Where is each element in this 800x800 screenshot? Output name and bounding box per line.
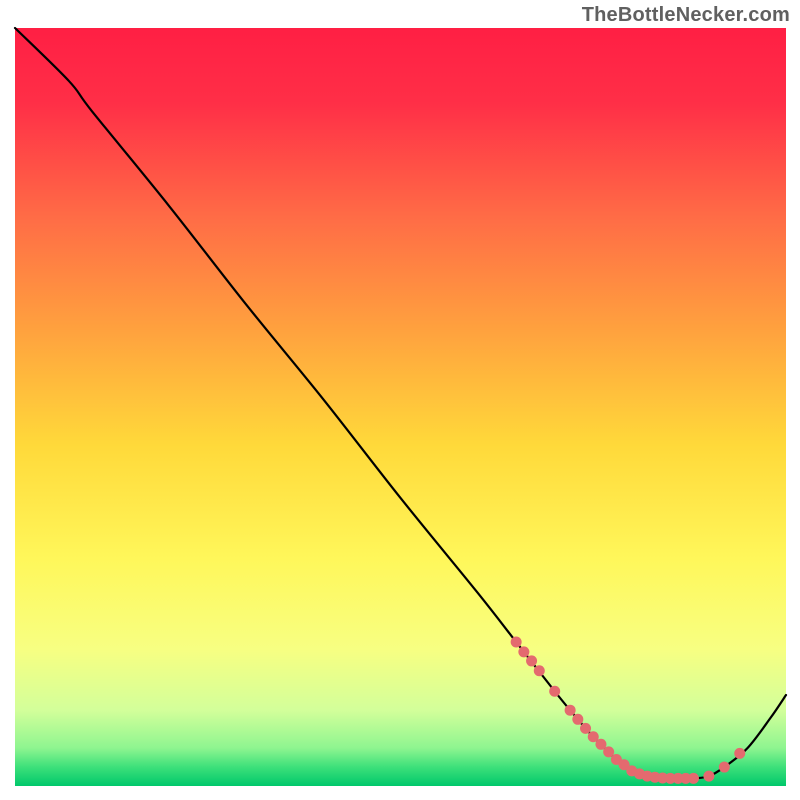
gradient-background (15, 28, 786, 786)
curve-marker (572, 714, 583, 725)
curve-marker (580, 723, 591, 734)
curve-marker (534, 665, 545, 676)
curve-marker (719, 762, 730, 773)
curve-marker (511, 636, 522, 647)
curve-marker (526, 655, 537, 666)
curve-marker (549, 686, 560, 697)
curve-marker (518, 646, 529, 657)
curve-marker (688, 773, 699, 784)
chart-stage: TheBottleNecker.com (0, 0, 800, 800)
curve-marker (734, 748, 745, 759)
bottleneck-chart (0, 0, 800, 800)
curve-marker (565, 705, 576, 716)
curve-marker (703, 771, 714, 782)
